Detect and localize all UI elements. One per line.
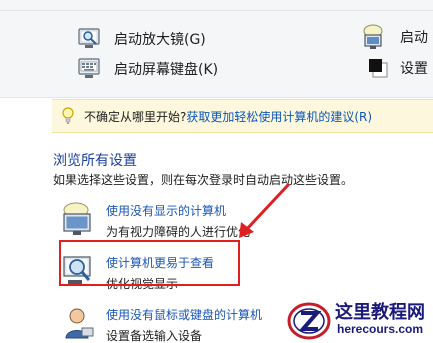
watermark-logo: 这里教程网 herecours.com bbox=[285, 296, 433, 343]
annotation-arrow bbox=[239, 182, 291, 238]
watermark-url: herecours.com bbox=[337, 322, 424, 336]
watermark-emblem-icon bbox=[287, 302, 331, 340]
watermark-title: 这里教程网 bbox=[335, 302, 425, 323]
